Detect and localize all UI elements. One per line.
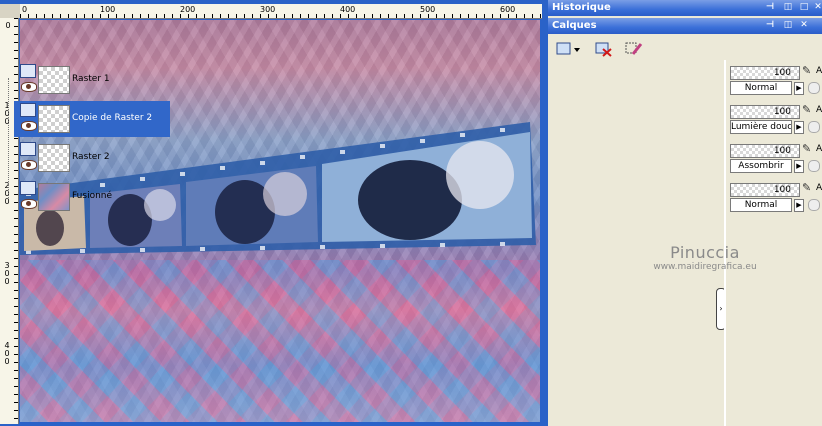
visibility-eye-icon[interactable]: [21, 199, 37, 209]
ruler-label: 0: [22, 5, 28, 14]
props-label: A: [816, 183, 822, 193]
layers-list: Raster 1 Copie de Raster 2 Raster 2 Fusi…: [4, 60, 170, 420]
layer-props-raster-1: 100 ✎ A Normal ▶: [730, 64, 822, 100]
visibility-eye-icon[interactable]: [21, 121, 37, 131]
horizontal-ruler: 0 100 200 300 400 500 600: [20, 4, 542, 19]
visibility-eye-icon[interactable]: [21, 160, 37, 170]
dropdown-arrow-icon[interactable]: ▶: [794, 160, 804, 173]
edit-lock-icon[interactable]: ✎: [802, 64, 814, 78]
delete-layer-button[interactable]: [594, 39, 614, 59]
historique-panel-titlebar[interactable]: Historique ⊣ ◫ □ ✕: [548, 0, 822, 16]
pin-icon[interactable]: ⊣: [764, 19, 776, 31]
blend-mode-select[interactable]: Normal: [730, 81, 792, 95]
new-layer-dropdown-button[interactable]: [554, 39, 582, 59]
raster-layer-icon: [20, 103, 36, 117]
opacity-slider[interactable]: 100: [730, 144, 800, 158]
raster-layer-icon: [20, 142, 36, 156]
layer-thumbnail: [38, 105, 70, 133]
edit-lock-icon[interactable]: ✎: [802, 181, 814, 195]
edit-properties-icon: [625, 42, 643, 55]
blend-mode-select[interactable]: Assombrir: [730, 159, 792, 173]
watermark: Pinuccia www.maidiregrafica.eu: [640, 243, 770, 273]
calques-title: Calques: [552, 20, 597, 31]
restore-icon[interactable]: ◫: [782, 19, 794, 31]
edit-lock-icon[interactable]: ✎: [802, 142, 814, 156]
layer-row-raster-2[interactable]: Raster 2: [14, 140, 170, 176]
dropdown-arrow-icon[interactable]: ▶: [794, 82, 804, 95]
opacity-slider[interactable]: 100: [730, 66, 800, 80]
new-layer-icon: [556, 42, 580, 55]
layer-thumbnail: [38, 183, 70, 211]
blend-mode-select[interactable]: Lumière douce: [730, 120, 792, 134]
maximize-icon[interactable]: □: [798, 1, 810, 13]
ruler-corner: [0, 4, 20, 18]
close-icon[interactable]: ✕: [812, 1, 822, 13]
lock-icon[interactable]: [808, 199, 820, 211]
opacity-value: 100: [773, 146, 791, 156]
dropdown-arrow-icon[interactable]: ▶: [794, 199, 804, 212]
layer-name: Fusionné: [72, 191, 113, 201]
restore-icon[interactable]: ◫: [782, 1, 794, 13]
opacity-value: 100: [773, 107, 791, 117]
edit-lock-icon[interactable]: ✎: [802, 103, 814, 117]
layer-name: Copie de Raster 2: [72, 113, 153, 123]
ruler-label: 200: [180, 5, 196, 14]
layer-props-copie-de-raster-2: 100 ✎ A Lumière douce ▶: [730, 103, 822, 139]
visibility-eye-icon[interactable]: [21, 82, 37, 92]
layers-toolbar: [548, 37, 822, 59]
props-label: A: [816, 105, 822, 115]
layer-props-fusionne: 100 ✎ A Normal ▶: [730, 181, 822, 217]
delete-layer-icon: [595, 42, 612, 57]
raster-layer-icon: [20, 181, 36, 195]
historique-title: Historique: [552, 2, 611, 13]
lock-icon[interactable]: [808, 160, 820, 172]
tree-connector: [8, 78, 9, 198]
opacity-slider[interactable]: 100: [730, 105, 800, 119]
opacity-value: 100: [773, 185, 791, 195]
layer-row-fusionne[interactable]: Fusionné: [14, 179, 170, 215]
opacity-value: 100: [773, 68, 791, 78]
opacity-slider[interactable]: 100: [730, 183, 800, 197]
watermark-name: Pinuccia: [670, 243, 740, 262]
layer-name: Raster 1: [72, 74, 110, 84]
props-label: A: [816, 66, 822, 76]
ruler-label: 500: [420, 5, 436, 14]
pin-icon[interactable]: ⊣: [764, 1, 776, 13]
ruler-label: 400: [340, 5, 356, 14]
layer-properties-button[interactable]: [624, 39, 644, 59]
ruler-label: 600: [500, 5, 516, 14]
lock-icon[interactable]: [808, 121, 820, 133]
layer-row-raster-1[interactable]: Raster 1: [14, 62, 170, 98]
calques-panel-titlebar[interactable]: Calques ⊣ ◫ ✕: [548, 18, 822, 34]
props-label: A: [816, 144, 822, 154]
layer-thumbnail: [38, 144, 70, 172]
ruler-label: 100: [100, 5, 116, 14]
watermark-url: www.maidiregrafica.eu: [653, 262, 757, 272]
blend-mode-select[interactable]: Normal: [730, 198, 792, 212]
layer-thumbnail: [38, 66, 70, 94]
layer-props-raster-2: 100 ✎ A Assombrir ▶: [730, 142, 822, 178]
raster-layer-icon: [20, 64, 36, 78]
close-icon[interactable]: ✕: [798, 19, 810, 31]
ruler-label: 300: [260, 5, 276, 14]
layer-name: Raster 2: [72, 152, 110, 162]
ruler-label: 0: [5, 21, 11, 30]
lock-icon[interactable]: [808, 82, 820, 94]
layer-row-copie-de-raster-2[interactable]: Copie de Raster 2: [14, 101, 170, 137]
dropdown-arrow-icon[interactable]: ▶: [794, 121, 804, 134]
